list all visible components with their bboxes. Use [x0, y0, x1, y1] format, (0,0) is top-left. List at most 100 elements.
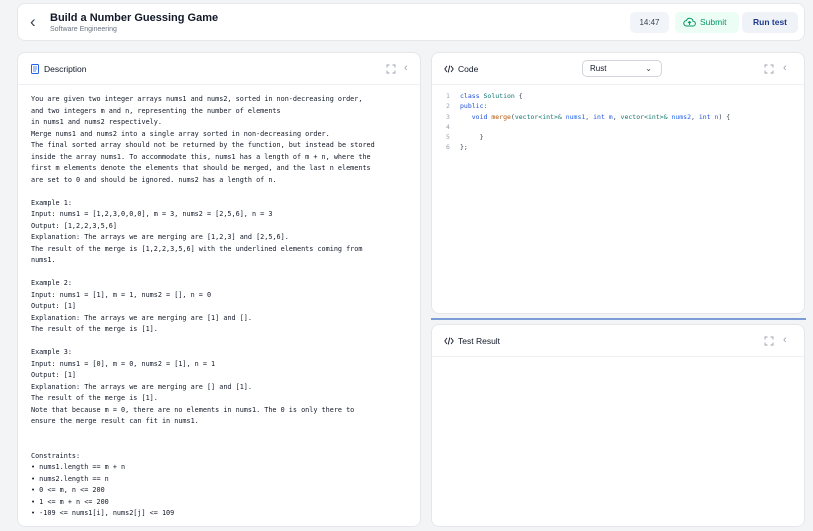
line-number: 5 — [446, 133, 450, 142]
description-line: in nums1 and nums2 respectively. — [31, 118, 162, 126]
description-line — [31, 267, 410, 279]
expand-icon[interactable] — [764, 336, 774, 346]
code-token: int — [698, 112, 711, 121]
code-panel: Code Rust ⌄ ‹ 1 class Solution { 2 public: … — [431, 52, 805, 314]
description-line: Input: nums1 = [0], m = 0, nums2 = [1], … — [31, 359, 216, 368]
code-token: void — [471, 112, 488, 121]
line-number: 1 — [446, 92, 450, 100]
code-line: 4 — [446, 122, 794, 132]
description-line: Example 2: — [31, 279, 72, 287]
code-token: Solution — [483, 92, 515, 100]
description-line: The result of the merge is [1]. — [31, 394, 158, 402]
code-token: nums2 — [671, 112, 692, 121]
line-number: 6 — [446, 143, 450, 152]
code-token: int — [593, 112, 605, 121]
description-line — [31, 439, 410, 451]
description-line: Constraints: — [31, 451, 81, 460]
code-header: Code Rust ⌄ ‹ — [432, 53, 804, 85]
description-line: • nums2.length == n — [31, 474, 109, 483]
collapse-chevron-icon[interactable]: ‹ — [783, 62, 793, 74]
chevron-down-icon: ⌄ — [645, 64, 652, 73]
code-token: class — [460, 92, 480, 100]
top-bar: ‹ Build a Number Guessing Game Software … — [17, 3, 805, 41]
page-title: Build a Number Guessing Game — [50, 12, 219, 24]
code-line: 3 void merge(vector<int>& nums1, int m, … — [446, 112, 794, 122]
code-icon — [444, 65, 454, 73]
code-token: } — [479, 133, 484, 142]
description-line: Explanation: The arrays we are merging a… — [31, 382, 252, 391]
description-line: The final sorted array should not be ret… — [31, 141, 375, 149]
collapse-chevron-icon[interactable]: ‹ — [404, 62, 414, 74]
description-line: Explanation: The arrays we are merging a… — [31, 233, 289, 241]
code-line: 6}; — [446, 142, 794, 152]
description-line: Example 1: — [31, 198, 72, 207]
description-line: are set to 0 and should be ignored. nums… — [31, 175, 277, 184]
run-test-button[interactable]: Run test — [742, 12, 798, 33]
description-line: Explanation: The arrays we are merging a… — [31, 313, 252, 322]
description-line: The result of the merge is [1,2,2,3,5,6]… — [31, 244, 363, 253]
description-line — [31, 428, 410, 440]
description-line: Input: nums1 = [1], m = 1, nums2 = [], n… — [31, 290, 212, 299]
description-line: Output: [1] — [31, 302, 77, 310]
test-result-header: Test Result ‹ — [432, 325, 804, 357]
collapse-chevron-icon[interactable]: ‹ — [783, 334, 793, 346]
line-number: 2 — [446, 102, 450, 111]
description-line: Note that because m = 0, there are no el… — [31, 405, 355, 414]
code-line: 2 public: — [446, 101, 794, 111]
code-line: 5 } — [446, 132, 794, 142]
description-line: nums1. — [31, 256, 56, 264]
code-token: }; — [460, 143, 468, 152]
code-token: vector<int>& — [620, 112, 668, 121]
description-line: You are given two integer arrays nums1 a… — [31, 95, 363, 103]
code-token: merge — [491, 112, 511, 121]
code-token: , — [612, 112, 621, 121]
code-token: , — [585, 112, 594, 121]
description-line: Merge nums1 and nums2 into a single arra… — [31, 129, 330, 138]
description-line: ensure the merge result can fit in nums1… — [31, 417, 199, 425]
description-line: • nums1.length == m + n — [31, 463, 126, 471]
submit-button[interactable]: Submit — [675, 12, 739, 33]
cloud-upload-icon — [683, 17, 696, 27]
code-icon — [444, 337, 454, 345]
document-icon — [31, 64, 39, 74]
page-subtitle: Software Engineering — [50, 26, 117, 33]
description-line: Example 3: — [31, 348, 72, 356]
code-token: nums1 — [565, 112, 586, 121]
description-line: The result of the merge is [1]. — [31, 325, 158, 333]
description-line: and two integers m and n, representing t… — [31, 106, 281, 115]
description-line: • 0 <= m, n <= 200 — [31, 486, 105, 494]
language-value: Rust — [590, 64, 607, 73]
description-title: Description — [44, 64, 87, 74]
language-select[interactable]: Rust ⌄ — [582, 60, 662, 77]
line-number: 4 — [446, 122, 450, 131]
description-line: • -109 <= nums1[i], nums2[j] <= 109 — [31, 509, 175, 517]
timer: 14:47 — [630, 12, 669, 33]
test-result-title: Test Result — [458, 336, 501, 346]
back-chevron-icon[interactable]: ‹ — [30, 13, 44, 31]
code-token: { — [514, 92, 523, 100]
code-token: vector<int>& — [514, 112, 562, 121]
description-line: • 1 <= m + n <= 200 — [31, 497, 109, 506]
test-result-panel: Test Result ‹ — [431, 324, 805, 527]
description-header: Description ‹ — [18, 53, 420, 85]
description-line: Input: nums1 = [1,2,3,0,0,0], m = 3, num… — [31, 210, 273, 218]
code-line: 1 class Solution { — [446, 91, 794, 101]
line-number: 3 — [446, 112, 450, 121]
description-body: You are given two integer arrays nums1 a… — [31, 94, 410, 520]
description-line — [31, 336, 410, 348]
description-line — [31, 186, 410, 198]
submit-label: Submit — [700, 17, 727, 27]
expand-icon[interactable] — [386, 64, 396, 74]
code-token: public: — [460, 102, 488, 111]
panel-resize-handle[interactable] — [431, 318, 806, 320]
description-line: first m elements denote the elements tha… — [31, 164, 371, 172]
description-line: Output: [1] — [31, 371, 77, 379]
code-token: , — [691, 112, 699, 121]
description-panel: Description ‹ You are given two integer … — [17, 52, 421, 527]
expand-icon[interactable] — [764, 64, 774, 74]
code-editor[interactable]: 1 class Solution { 2 public: 3 void merge(… — [446, 91, 794, 153]
description-line: inside the array nums1. To accommodate t… — [31, 152, 371, 161]
code-title: Code — [458, 64, 479, 74]
description-line: Output: [1,2,2,3,5,6] — [31, 221, 117, 230]
code-token: ) { — [718, 112, 731, 121]
